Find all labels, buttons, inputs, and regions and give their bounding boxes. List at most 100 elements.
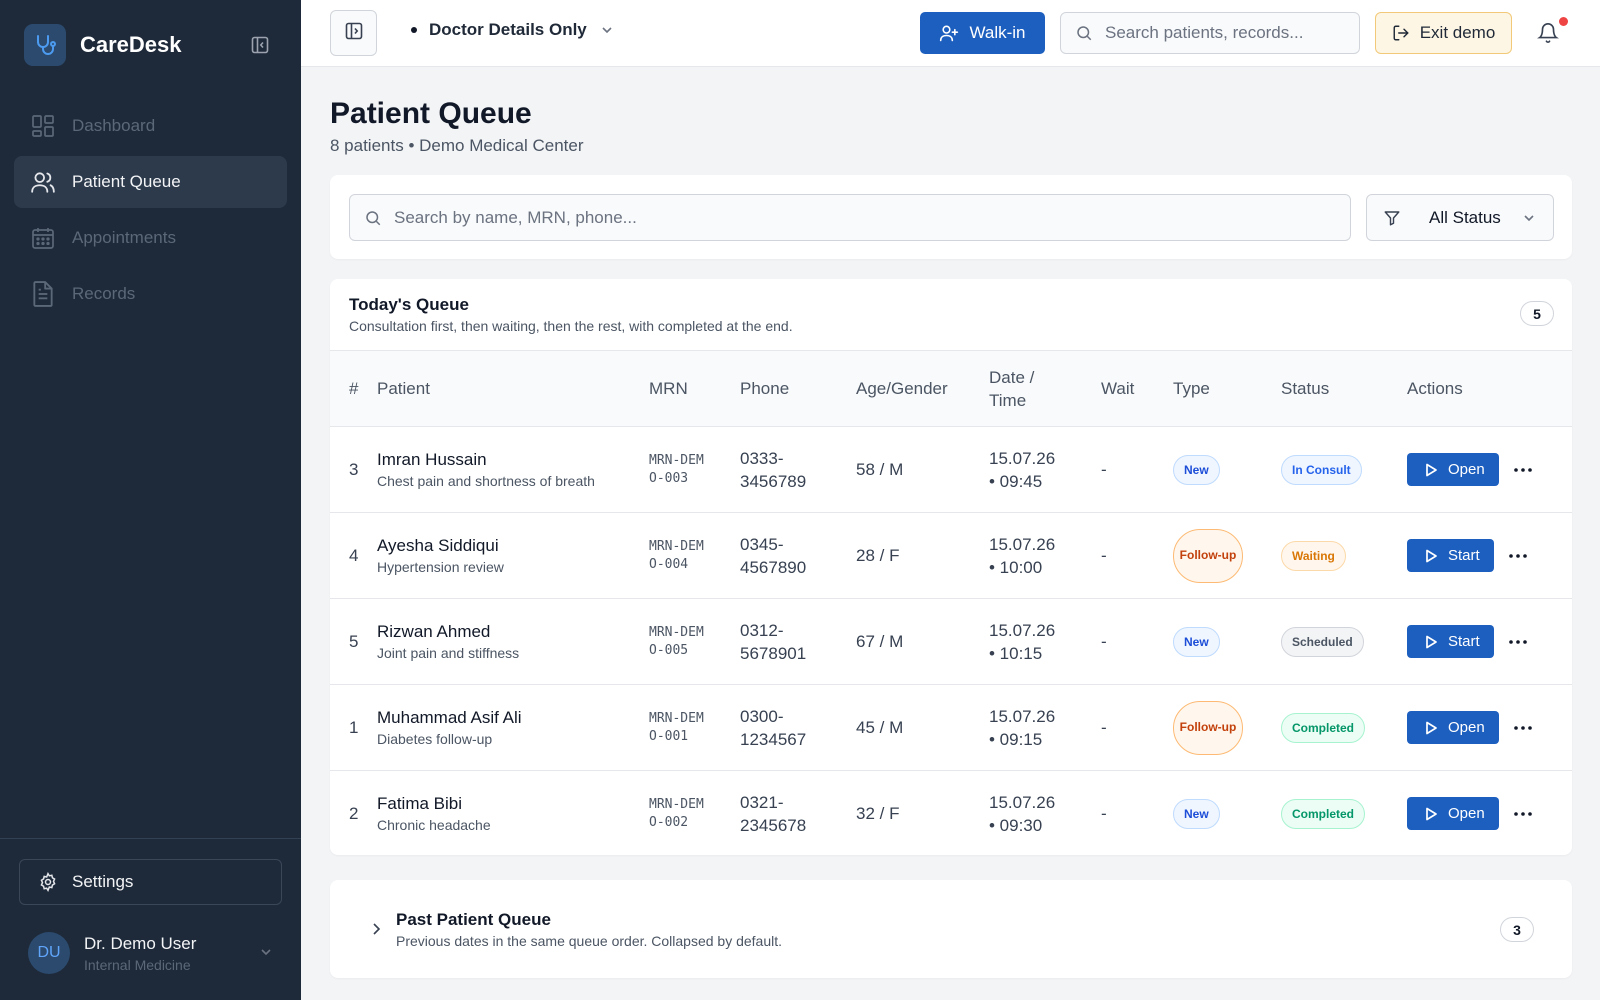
play-icon bbox=[1423, 806, 1439, 822]
table-row[interactable]: 3 Imran Hussain Chest pain and shortness … bbox=[330, 427, 1572, 513]
filter-bar: All Status bbox=[330, 175, 1572, 259]
past-queue-card[interactable]: Past Patient Queue Previous dates in the… bbox=[330, 880, 1572, 978]
open-button[interactable]: Open bbox=[1407, 453, 1499, 486]
patient-mrn: MRN-DEMO-001 bbox=[649, 710, 704, 744]
queue-number: 5 bbox=[349, 631, 359, 651]
sidebar-item-label: Appointments bbox=[72, 228, 176, 247]
visit-date: 15.07.26 bbox=[989, 448, 1056, 468]
status-filter-value: All Status bbox=[1429, 207, 1501, 227]
sidebar-toggle-button[interactable] bbox=[330, 10, 377, 56]
visit-date: 15.07.26 bbox=[989, 534, 1056, 554]
walk-in-button[interactable]: Walk-in bbox=[920, 12, 1045, 54]
start-button[interactable]: Start bbox=[1407, 625, 1494, 658]
open-button[interactable]: Open bbox=[1407, 797, 1499, 831]
patient-age-gender: 58 / M bbox=[856, 459, 904, 479]
more-options-icon[interactable] bbox=[1513, 804, 1533, 824]
table-row[interactable]: 4 Ayesha Siddiqui Hypertension review MRN… bbox=[330, 513, 1572, 599]
table-header-row: # Patient MRN Phone Age/Gender Date / Ti… bbox=[330, 350, 1572, 427]
sidebar-item-dashboard[interactable]: Dashboard bbox=[14, 100, 287, 152]
patient-age-gender: 32 / F bbox=[856, 803, 900, 823]
sidebar-nav: Dashboard Patient Queue Appointments Rec… bbox=[14, 100, 287, 324]
mode-selector[interactable]: Doctor Details Only bbox=[411, 20, 615, 40]
patient-mrn: MRN-DEMO-003 bbox=[649, 452, 704, 486]
patient-phone: 0345-4567890 bbox=[740, 534, 807, 577]
users-icon bbox=[30, 169, 56, 195]
open-button[interactable]: Open bbox=[1407, 711, 1499, 744]
chevron-down-icon bbox=[1521, 210, 1537, 226]
user-plus-icon bbox=[939, 23, 959, 43]
play-icon bbox=[1423, 720, 1439, 736]
more-options-icon[interactable] bbox=[1508, 632, 1528, 652]
past-queue-count-badge: 3 bbox=[1500, 917, 1534, 942]
patient-mrn: MRN-DEMO-004 bbox=[649, 538, 704, 572]
patient-phone: 0333-3456789 bbox=[740, 448, 807, 491]
top-header: Doctor Details Only Walk-in Exit demo bbox=[301, 0, 1600, 67]
user-role: Internal Medicine bbox=[84, 956, 191, 973]
filter-icon bbox=[1383, 209, 1401, 227]
sidebar-footer: Settings DU Dr. Demo User Internal Medic… bbox=[0, 838, 301, 974]
sidebar-collapse-icon[interactable] bbox=[251, 36, 269, 54]
patient-age-gender: 45 / M bbox=[856, 717, 904, 737]
patient-complaint: Chest pain and shortness of breath bbox=[377, 473, 595, 489]
panel-toggle-icon bbox=[345, 22, 363, 45]
table-row[interactable]: 5 Rizwan Ahmed Joint pain and stiffness M… bbox=[330, 599, 1572, 685]
past-queue-subtitle: Previous dates in the same queue order. … bbox=[396, 933, 783, 949]
past-queue-title: Past Patient Queue bbox=[396, 910, 551, 929]
type-badge: Follow-up bbox=[1173, 528, 1243, 583]
global-search-input[interactable] bbox=[1105, 23, 1345, 43]
patient-age-gender: 67 / M bbox=[856, 631, 904, 651]
dashboard-icon bbox=[30, 113, 56, 139]
type-badge: New bbox=[1173, 798, 1220, 829]
user-menu[interactable]: DU Dr. Demo User Internal Medicine bbox=[28, 929, 278, 977]
brand[interactable]: CareDesk bbox=[24, 24, 182, 66]
document-icon bbox=[30, 281, 56, 307]
patient-name[interactable]: Imran Hussain bbox=[377, 450, 649, 470]
visit-time: • 09:45 bbox=[989, 471, 1043, 491]
gear-icon bbox=[38, 872, 58, 892]
more-options-icon[interactable] bbox=[1508, 546, 1528, 566]
wait-time: - bbox=[1101, 717, 1107, 737]
column-header-patient: Patient bbox=[377, 379, 430, 398]
column-header-date-time: Date / Time bbox=[989, 351, 1101, 427]
action-label: Open bbox=[1448, 805, 1485, 823]
search-icon bbox=[1075, 24, 1093, 42]
table-row[interactable]: 2 Fatima Bibi Chronic headache MRN-DEMO-0… bbox=[330, 771, 1572, 856]
more-options-icon[interactable] bbox=[1513, 718, 1533, 738]
exit-demo-label: Exit demo bbox=[1419, 23, 1496, 42]
visit-date: 15.07.26 bbox=[989, 706, 1056, 726]
queue-number: 2 bbox=[349, 803, 359, 823]
patient-name[interactable]: Fatima Bibi bbox=[377, 794, 649, 814]
column-header-date-time-label: Date / Time bbox=[989, 367, 1035, 410]
wait-time: - bbox=[1101, 631, 1107, 651]
sidebar-item-patient-queue[interactable]: Patient Queue bbox=[14, 156, 287, 208]
sidebar-item-appointments[interactable]: Appointments bbox=[14, 212, 287, 264]
global-search bbox=[1060, 12, 1360, 54]
app-name: CareDesk bbox=[80, 32, 182, 57]
column-header-wait: Wait bbox=[1101, 379, 1135, 398]
patient-name[interactable]: Muhammad Asif Ali bbox=[377, 708, 649, 728]
logout-icon bbox=[1392, 24, 1410, 42]
patient-name[interactable]: Ayesha Siddiqui bbox=[377, 536, 649, 556]
start-button[interactable]: Start bbox=[1407, 539, 1494, 572]
more-options-icon[interactable] bbox=[1513, 460, 1533, 480]
bell-icon[interactable] bbox=[1537, 22, 1559, 44]
play-icon bbox=[1423, 548, 1439, 564]
queue-subtitle: Consultation first, then waiting, then t… bbox=[349, 318, 793, 334]
queue-number: 3 bbox=[349, 459, 359, 479]
status-filter-select[interactable]: All Status bbox=[1366, 194, 1554, 241]
action-label: Start bbox=[1448, 547, 1480, 564]
patient-phone: 0312-5678901 bbox=[740, 620, 807, 663]
patient-name[interactable]: Rizwan Ahmed bbox=[377, 622, 649, 642]
sidebar-item-records[interactable]: Records bbox=[14, 268, 287, 320]
table-row[interactable]: 1 Muhammad Asif Ali Diabetes follow-up MR… bbox=[330, 685, 1572, 771]
chevron-right-icon[interactable] bbox=[368, 921, 384, 937]
column-header-type: Type bbox=[1173, 379, 1210, 398]
patient-search-input[interactable] bbox=[394, 207, 1294, 228]
sidebar-item-label: Records bbox=[72, 284, 136, 303]
settings-button[interactable]: Settings bbox=[19, 859, 282, 905]
patient-complaint: Hypertension review bbox=[377, 559, 504, 575]
exit-demo-button[interactable]: Exit demo bbox=[1375, 12, 1512, 54]
type-badge: Follow-up bbox=[1173, 700, 1243, 755]
status-badge: In Consult bbox=[1281, 454, 1362, 485]
patient-mrn: MRN-DEMO-005 bbox=[649, 624, 704, 658]
